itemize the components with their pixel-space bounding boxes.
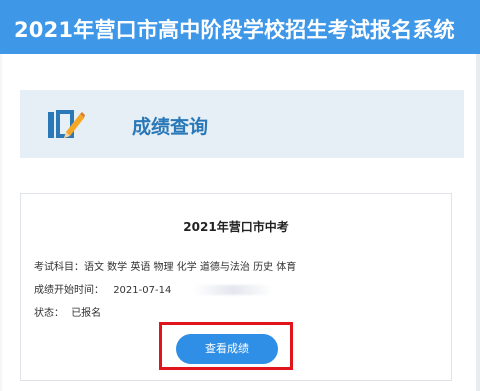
- app-header: 2021年营口市高中阶段学校招生考试报名系统: [0, 0, 480, 54]
- subjects-row: 考试科目：语文 数学 英语 物理 化学 道德与法治 历史 体育: [34, 258, 296, 273]
- section-title: 成绩查询: [132, 116, 209, 138]
- start-time-value: 2021-07-14: [113, 285, 172, 296]
- document-edit-icon: [48, 110, 85, 138]
- exam-title: 2021年营口市中考: [183, 220, 289, 234]
- subjects-value: 语文 数学 英语 物理 化学 道德与法治 历史 体育: [84, 262, 297, 273]
- app-title: 2021年营口市高中阶段学校招生考试报名系统: [14, 18, 455, 42]
- status-row: 状态： 已报名: [34, 304, 101, 319]
- view-scores-button[interactable]: 查看成绩: [176, 334, 278, 364]
- start-time-label: 成绩开始时间：: [34, 285, 104, 296]
- scroll-edge: [476, 54, 480, 391]
- status-label: 状态：: [34, 308, 64, 319]
- status-value: 已报名: [71, 308, 102, 319]
- start-time-row: 成绩开始时间： 2021-07-14: [34, 281, 273, 296]
- section-banner: 成绩查询: [20, 90, 464, 158]
- blurred-time: [192, 285, 273, 295]
- subjects-label: 考试科目：: [34, 262, 84, 273]
